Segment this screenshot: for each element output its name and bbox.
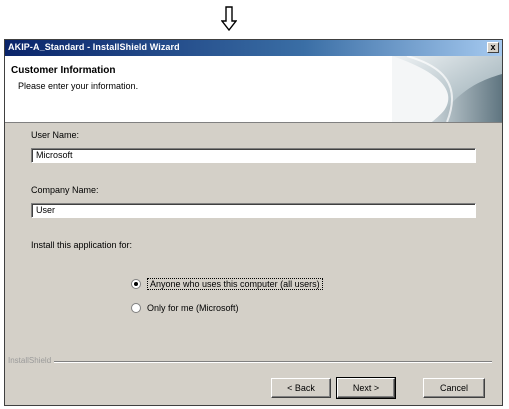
company-name-label: Company Name:	[31, 185, 99, 195]
page-subtitle: Please enter your information.	[18, 81, 139, 91]
title-bar[interactable]: AKIP-A_Standard - InstallShield Wizard x	[5, 40, 502, 56]
radio-button-unselected[interactable]	[131, 303, 141, 313]
install-for-label: Install this application for:	[31, 240, 133, 250]
page-curl-graphic	[392, 56, 502, 122]
user-name-input[interactable]: Microsoft	[31, 148, 476, 163]
installshield-brand: InstallShield	[8, 356, 55, 365]
user-name-label: User Name:	[31, 130, 80, 140]
divider	[41, 361, 492, 363]
company-name-input[interactable]: User	[31, 203, 476, 218]
window-title: AKIP-A_Standard - InstallShield Wizard	[8, 42, 180, 52]
radio-only-me-label: Only for me (Microsoft)	[147, 303, 239, 313]
down-arrow-icon	[220, 6, 238, 32]
header-banner: Customer Information Please enter your i…	[5, 56, 502, 123]
radio-button-selected[interactable]	[131, 279, 141, 289]
radio-only-me[interactable]: Only for me (Microsoft)	[131, 303, 239, 313]
close-button[interactable]: x	[487, 42, 499, 53]
page-title: Customer Information	[11, 65, 116, 76]
cancel-button[interactable]: Cancel	[423, 378, 485, 398]
radio-all-users[interactable]: Anyone who uses this computer (all users…	[131, 278, 323, 290]
radio-all-users-label: Anyone who uses this computer (all users…	[147, 278, 323, 290]
back-button[interactable]: < Back	[271, 378, 331, 398]
next-button[interactable]: Next >	[336, 377, 396, 399]
installshield-dialog: AKIP-A_Standard - InstallShield Wizard x…	[4, 39, 503, 406]
